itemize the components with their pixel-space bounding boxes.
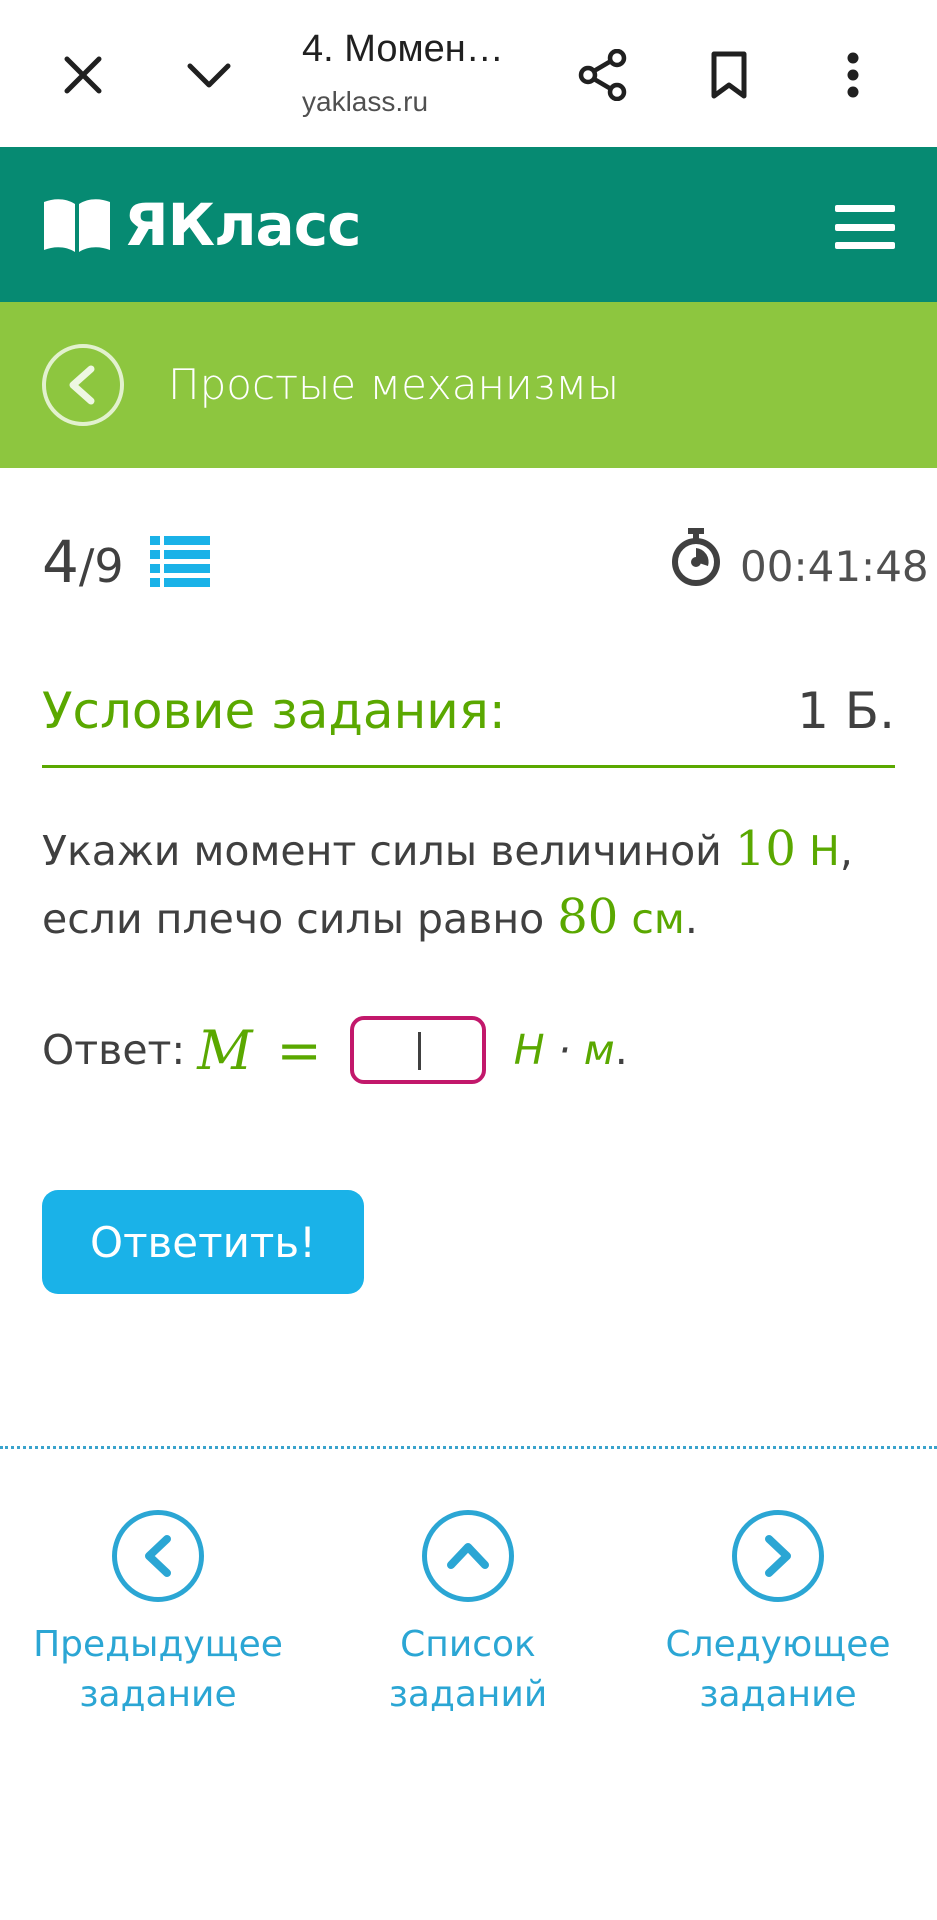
answer-equals: = <box>276 1018 322 1082</box>
close-icon[interactable] <box>48 40 118 110</box>
chevron-down-icon[interactable] <box>174 40 244 110</box>
prev-task-label-line1: Предыдущее <box>33 1624 283 1665</box>
stopwatch-icon <box>672 528 720 586</box>
submit-button[interactable]: Ответить! <box>42 1190 364 1294</box>
next-task-label: Следующее задание <box>666 1620 891 1720</box>
task-progress: 4 /9 <box>42 528 124 596</box>
logo-text: ЯКласс <box>124 191 361 259</box>
answer-row: Ответ: M = Н · м. <box>42 1010 628 1090</box>
site-header: ЯКласс <box>0 147 937 302</box>
force-value: 10 <box>734 821 796 877</box>
condition-divider <box>42 765 895 768</box>
task-list-label-line2: заданий <box>388 1674 548 1715</box>
more-vert-icon[interactable] <box>818 40 888 110</box>
topic-bar: Простые механизмы <box>0 302 937 468</box>
tab-title[interactable]: 4. Момен… <box>302 28 504 71</box>
answer-unit: Н · м <box>514 1026 615 1074</box>
task-text-part: Укажи момент силы величиной <box>42 827 735 875</box>
arm-unit: см <box>618 895 685 943</box>
answer-period: . <box>614 1026 628 1074</box>
answer-variable: M <box>197 1018 253 1082</box>
answer-unit-meter: м <box>583 1026 615 1074</box>
task-list-icon[interactable] <box>150 534 210 588</box>
answer-label: Ответ: <box>42 1026 186 1074</box>
arm-value: 80 <box>557 889 619 945</box>
condition-title: Условие задания: <box>42 682 506 740</box>
logo[interactable]: ЯКласс <box>42 191 361 259</box>
chevron-right-icon <box>732 1510 824 1602</box>
book-icon <box>44 199 110 252</box>
task-list-button[interactable]: Список заданий <box>338 1510 598 1720</box>
timer: 00:41:48 <box>740 542 929 591</box>
task-text-part: . <box>684 895 698 943</box>
back-button[interactable] <box>42 344 124 426</box>
next-task-label-line2: задание <box>699 1674 857 1715</box>
tab-url[interactable]: yaklass.ru <box>302 86 428 118</box>
browser-toolbar: 4. Момен… yaklass.ru <box>0 0 937 147</box>
answer-unit-newton: Н <box>513 1026 545 1074</box>
next-task-label-line1: Следующее <box>665 1624 891 1665</box>
progress-total: /9 <box>78 539 124 593</box>
section-divider <box>0 1446 937 1449</box>
answer-unit-dot: · <box>544 1026 584 1074</box>
share-icon[interactable] <box>568 40 638 110</box>
prev-task-label: Предыдущее задание <box>33 1620 283 1720</box>
prev-task-button[interactable]: Предыдущее задание <box>28 1510 288 1720</box>
bookmark-icon[interactable] <box>694 40 764 110</box>
next-task-button[interactable]: Следующее задание <box>648 1510 908 1720</box>
force-unit: Н <box>795 827 840 875</box>
condition-points: 1 Б. <box>797 682 895 740</box>
answer-input[interactable] <box>349 1016 486 1084</box>
chevron-left-icon <box>112 1510 204 1602</box>
menu-icon[interactable] <box>835 205 895 249</box>
task-list-label: Список заданий <box>389 1620 547 1720</box>
chevron-up-icon <box>422 1510 514 1602</box>
task-text: Укажи момент силы величиной 10 Н, если п… <box>42 816 902 952</box>
chevron-left-icon <box>69 365 95 405</box>
progress-current: 4 <box>42 528 79 596</box>
topic-title[interactable]: Простые механизмы <box>168 360 619 409</box>
task-list-label-line1: Список <box>400 1624 536 1665</box>
prev-task-label-line2: задание <box>79 1674 237 1715</box>
